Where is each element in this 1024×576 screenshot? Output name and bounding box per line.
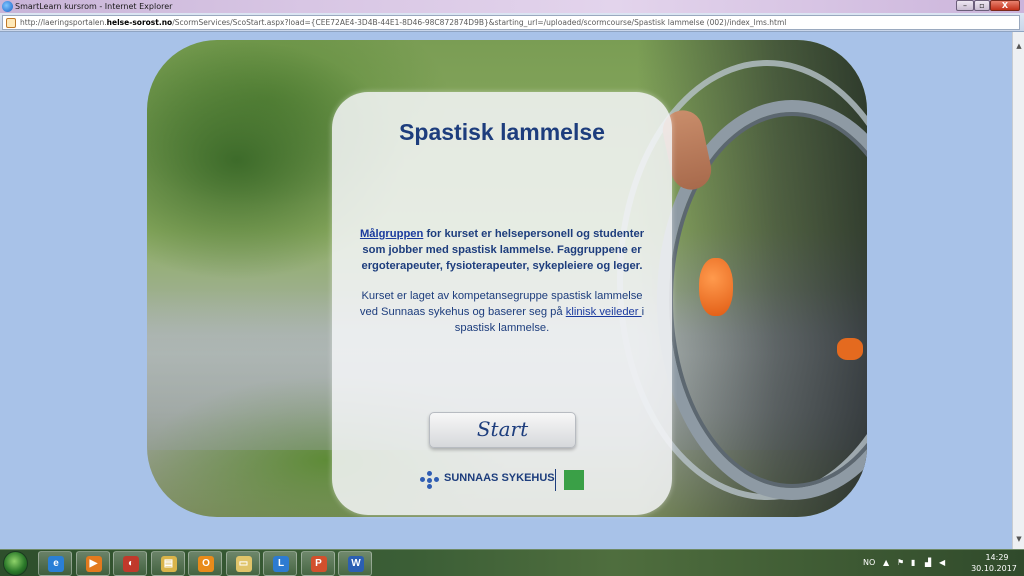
logo-mark-icon (564, 470, 584, 490)
system-tray: NO ▲ ⚑ ▮ ▟ ◀ 14:29 30.10.2017 (859, 550, 1024, 576)
taskbar-app-button[interactable]: L (263, 551, 297, 576)
url-prefix: http://laeringsportalen. (20, 18, 107, 27)
window-title: SmartLearn kursrom - Internet Explorer (15, 2, 173, 11)
taskbar-app-button[interactable]: ▭ (225, 551, 260, 576)
course-source-paragraph: Kurset er laget av kompetansegruppe spas… (352, 288, 652, 336)
target-group-link[interactable]: Målgruppen (360, 228, 423, 240)
clock-time[interactable]: 14:29 (977, 553, 1017, 563)
internet-explorer-icon: e (48, 556, 64, 572)
url-host: helse-sorost.no (106, 18, 173, 27)
start-button[interactable]: Start (429, 412, 576, 448)
taskbar-app-button[interactable]: P (300, 551, 335, 576)
course-title: Spastisk lammelse (399, 119, 605, 145)
start-menu-button[interactable] (3, 551, 28, 576)
taskbar-app-button[interactable]: ▶ (75, 551, 110, 576)
maximize-button[interactable]: ▫ (974, 0, 990, 11)
taskbar-app-button[interactable]: e (38, 551, 72, 576)
address-url[interactable]: http://laeringsportalen.helse-sorost.no/… (20, 18, 786, 28)
outlook-icon: O (198, 556, 214, 572)
vertical-scrollbar[interactable]: ▲ ▼ (1012, 32, 1024, 549)
minimize-button[interactable]: – (956, 0, 974, 11)
page-icon (6, 18, 16, 28)
lync-icon: L (273, 556, 289, 572)
network-icon[interactable]: ▟ (925, 558, 931, 567)
course-intro-card: Spastisk lammelse Målgruppen for kurset … (332, 92, 672, 515)
taskbar-app-button[interactable]: O (188, 551, 222, 576)
internet-explorer-icon (2, 1, 13, 12)
close-button[interactable]: X (990, 0, 1020, 11)
address-field[interactable]: http://laeringsportalen.helse-sorost.no/… (2, 15, 1020, 30)
flag-icon[interactable]: ⚑ (897, 558, 904, 567)
folder-icon: ▭ (235, 556, 252, 572)
sunnaas-logo: SUNNAAS SYKEHUS (420, 469, 590, 491)
language-indicator[interactable]: NO (863, 558, 875, 567)
logo-divider (555, 469, 556, 491)
url-path: /ScormServices/ScoStart.aspx?load={CEE72… (172, 18, 787, 27)
scroll-up-icon[interactable]: ▲ (1014, 40, 1024, 52)
address-bar: http://laeringsportalen.helse-sorost.no/… (0, 13, 1024, 32)
taskbar-app-button[interactable]: ▤ (150, 551, 185, 576)
small-reflector (837, 338, 863, 360)
taskbar-app-button[interactable]: W (338, 551, 372, 576)
clock-date[interactable]: 30.10.2017 (964, 564, 1024, 574)
taskbar: e ▶ ◐ ▤ O ▭ L P W NO ▲ ⚑ ▮ ▟ ◀ 14:29 30.10.2017 (0, 549, 1024, 576)
battery-icon[interactable]: ▮ (911, 558, 915, 567)
powerpoint-icon: P (310, 556, 327, 572)
window-title-bar: SmartLearn kursrom - Internet Explorer –… (0, 0, 1024, 13)
browser-icon: ◐ (123, 556, 139, 572)
logo-dots-icon (420, 471, 440, 489)
target-group-paragraph: Målgruppen for kurset er helsepersonell … (352, 226, 652, 274)
taskbar-app-button[interactable]: ◐ (113, 551, 147, 576)
wheel-reflector (699, 258, 733, 316)
volume-icon[interactable]: ◀ (939, 558, 945, 567)
page-content: Spastisk lammelse Målgruppen for kurset … (0, 32, 1012, 549)
file-explorer-icon: ▤ (160, 556, 177, 572)
logo-name: SUNNAAS SYKEHUS (444, 472, 555, 484)
scroll-down-icon[interactable]: ▼ (1014, 533, 1024, 545)
media-player-icon: ▶ (85, 556, 102, 572)
clinical-guide-link[interactable]: klinisk veileder (566, 306, 642, 318)
show-hidden-icons-icon[interactable]: ▲ (883, 558, 889, 567)
word-icon: W (348, 556, 364, 572)
